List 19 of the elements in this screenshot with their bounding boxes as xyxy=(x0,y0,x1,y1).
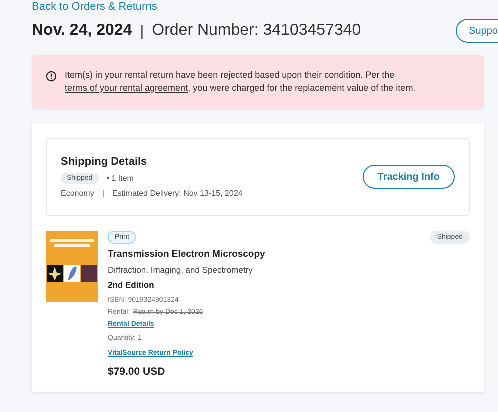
book-title: Transmission Electron Microscopy xyxy=(108,249,266,260)
support-button[interactable]: Suppo xyxy=(456,19,498,43)
item-price: $79.00 USD xyxy=(108,366,166,378)
separator: | xyxy=(102,189,104,198)
back-link[interactable]: Back to Orders & Returns xyxy=(32,1,498,13)
book-cover-drawing xyxy=(46,231,98,302)
book-edition: 2nd Edition xyxy=(108,280,154,290)
separator: | xyxy=(140,22,144,40)
estimated-delivery: Estimated Delivery: Nov 13-15, 2024 xyxy=(112,189,243,198)
book-subtitle: Diffraction, Imaging, and Spectrometry xyxy=(108,265,253,275)
tracking-info-button[interactable]: Tracking Info xyxy=(362,165,455,189)
info-icon xyxy=(46,71,57,82)
order-date: Nov. 24, 2024 xyxy=(32,22,132,40)
item-count: • 1 Item xyxy=(106,174,134,183)
shipping-method: Economy xyxy=(61,189,94,198)
rental-agreement-link[interactable]: terms of your rental agreement xyxy=(65,83,188,93)
shipping-title: Shipping Details xyxy=(61,156,148,168)
alert-message: Item(s) in your rental return have been rejected based upon their condition. Per the terms of your rental agreement, you were charged for the replacement value of the item. xyxy=(65,69,416,95)
order-number: Order Number: 34103457340 xyxy=(152,22,362,40)
